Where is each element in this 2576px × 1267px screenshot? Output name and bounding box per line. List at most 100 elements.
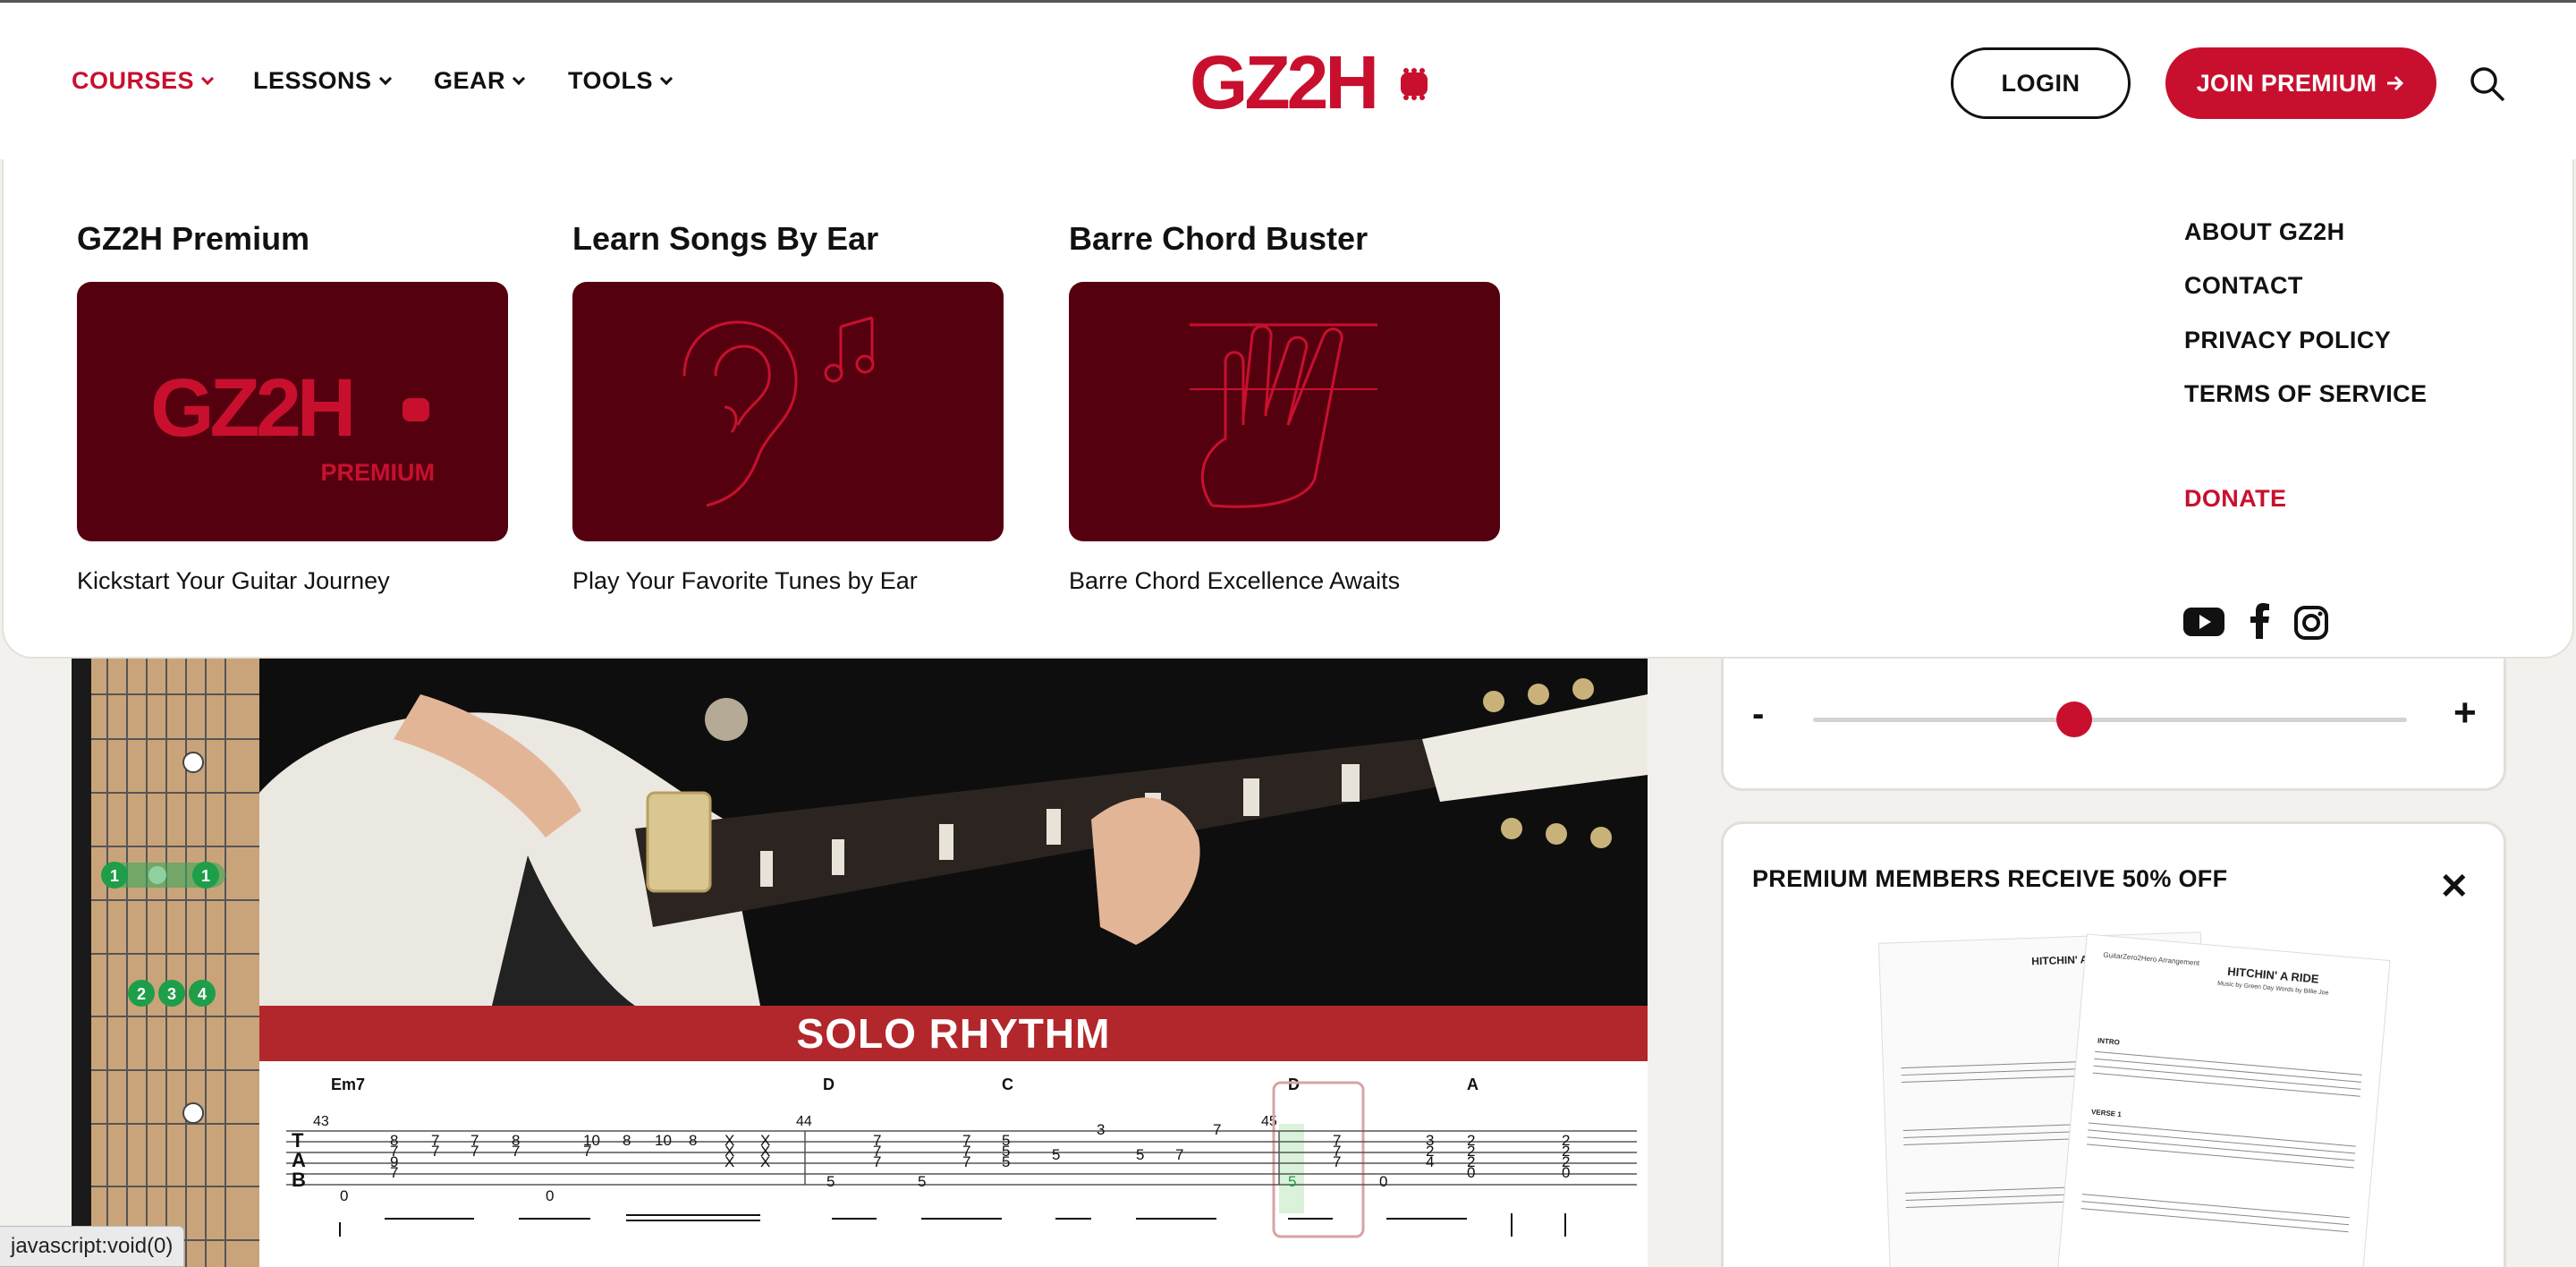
join-premium-label: JOIN PREMIUM [2196, 69, 2377, 97]
join-premium-button[interactable]: JOIN PREMIUM [2165, 47, 2436, 119]
login-button[interactable]: LOGIN [1951, 47, 2131, 119]
svg-text:5: 5 [1052, 1146, 1060, 1163]
svg-text:PREMIUM: PREMIUM [321, 459, 436, 486]
chord-label: Em7 [331, 1076, 365, 1093]
nav-courses[interactable]: COURSES [72, 67, 215, 95]
finger-marker: 4 [198, 985, 207, 1003]
svg-text:7: 7 [1213, 1121, 1221, 1138]
svg-text:GZ2H: GZ2H [150, 362, 352, 454]
youtube-icon[interactable] [2182, 607, 2225, 637]
svg-text:X: X [724, 1153, 734, 1170]
svg-text:X: X [760, 1153, 770, 1170]
card-subtitle-by-ear: Play Your Favorite Tunes by Ear [572, 567, 918, 594]
finger-marker: 3 [167, 985, 176, 1003]
nav-gear-label: GEAR [434, 67, 506, 94]
facebook-icon[interactable] [2249, 603, 2272, 639]
finger-marker: 2 [137, 985, 146, 1003]
chord-label: A [1467, 1076, 1479, 1093]
svg-text:0: 0 [1379, 1173, 1387, 1190]
courses-mega-menu: GZ2H Premium GZ2H PREMIUM Kickstart Your… [2, 159, 2574, 659]
nav-lessons[interactable]: LESSONS [253, 67, 392, 95]
svg-text:8: 8 [689, 1132, 697, 1149]
chevron-down-icon [512, 72, 526, 85]
site-header: COURSES LESSONS GEAR TOOLS GZ2H LOGIN JO… [0, 0, 2576, 159]
guitar-video-frame [259, 659, 1648, 1006]
svg-text:5: 5 [1136, 1146, 1144, 1163]
svg-text:7: 7 [1175, 1146, 1183, 1163]
svg-text:7: 7 [512, 1143, 520, 1160]
section-banner: SOLO RHYTHM [259, 1006, 1648, 1061]
chord-label: C [1002, 1076, 1013, 1093]
fretboard-grid: 1 1 2 3 4 [91, 659, 259, 1267]
speed-slider-thumb[interactable] [2056, 702, 2093, 737]
svg-text:7: 7 [1333, 1153, 1341, 1170]
chevron-down-icon [659, 72, 674, 85]
barre-hand-icon [1190, 323, 1377, 508]
link-about[interactable]: ABOUT GZ2H [2184, 218, 2345, 246]
site-logo[interactable]: GZ2H [1190, 47, 1436, 117]
ear-music-note-icon [682, 316, 875, 507]
speed-increase-button[interactable]: + [2453, 691, 2477, 736]
link-donate[interactable]: DONATE [2184, 485, 2286, 513]
svg-text:5: 5 [826, 1173, 835, 1190]
svg-text:0: 0 [340, 1187, 348, 1204]
nav-tools-label: TOOLS [568, 67, 654, 94]
svg-text:8: 8 [623, 1132, 631, 1149]
speed-slider-track[interactable] [1813, 702, 2407, 737]
svg-text:7: 7 [470, 1143, 479, 1160]
card-image-by-ear[interactable] [572, 282, 1004, 541]
chevron-down-icon [378, 72, 392, 85]
card-subtitle-premium: Kickstart Your Guitar Journey [77, 567, 390, 594]
gz2h-premium-logo: GZ2H PREMIUM [150, 362, 436, 486]
close-icon[interactable]: ✕ [2439, 869, 2470, 905]
fretboard-diagram: 1 1 2 3 4 [72, 659, 259, 1267]
svg-text:0: 0 [546, 1187, 554, 1204]
chord-label: D [823, 1076, 835, 1093]
svg-text:0: 0 [1562, 1164, 1570, 1181]
nav-lessons-label: LESSONS [253, 67, 372, 94]
svg-text:5: 5 [1002, 1153, 1010, 1170]
tablature: Em7 D C D A 43 44 45 T A B 8797 7777 871… [259, 1061, 1648, 1267]
speed-control-panel: - + [1721, 659, 2506, 791]
promo-title: PREMIUM MEMBERS RECEIVE 50% OFF [1752, 865, 2228, 892]
link-privacy-policy[interactable]: PRIVACY POLICY [2184, 327, 2391, 354]
tab-staff: Em7 D C D A 43 44 45 T A B 8797 7777 871… [286, 1076, 1637, 1238]
svg-text:3: 3 [1097, 1121, 1105, 1138]
tab-letter: B [292, 1169, 306, 1191]
browser-status-bar: javascript:void(0) [0, 1226, 185, 1267]
promo-panel: PREMIUM MEMBERS RECEIVE 50% OFF ✕ HITCHI… [1721, 821, 2506, 1267]
svg-text:5: 5 [918, 1173, 926, 1190]
lesson-video[interactable] [259, 659, 1648, 1006]
svg-text:5: 5 [1288, 1173, 1296, 1190]
finger-marker: 1 [201, 867, 210, 885]
chord-label: D [1288, 1076, 1300, 1093]
svg-text:7: 7 [390, 1164, 398, 1181]
arrow-right-icon [2387, 75, 2404, 91]
finger-marker: 1 [110, 867, 119, 885]
login-label: LOGIN [2001, 69, 2080, 97]
svg-text:7: 7 [873, 1153, 881, 1170]
card-title-by-ear[interactable]: Learn Songs By Ear [572, 220, 878, 258]
card-title-barre[interactable]: Barre Chord Buster [1069, 220, 1368, 258]
card-image-barre[interactable] [1069, 282, 1500, 541]
speed-decrease-button[interactable]: - [1752, 694, 1764, 735]
sheet-music-preview: HITCHIN' A RIDE GuitarZero2Hero Arrangem… [1877, 931, 2391, 1267]
svg-text:10: 10 [655, 1132, 672, 1149]
search-icon[interactable] [2469, 65, 2506, 103]
link-contact[interactable]: CONTACT [2184, 272, 2303, 300]
nav-courses-label: COURSES [72, 67, 195, 94]
card-subtitle-barre: Barre Chord Excellence Awaits [1069, 567, 1401, 594]
measure-number: 43 [313, 1114, 329, 1129]
nav-tools[interactable]: TOOLS [568, 67, 674, 95]
logo-text: GZ2H [1190, 47, 1376, 117]
card-image-premium[interactable]: GZ2H PREMIUM [77, 282, 508, 541]
svg-text:7: 7 [962, 1153, 970, 1170]
measure-number: 44 [796, 1114, 812, 1129]
card-title-premium[interactable]: GZ2H Premium [77, 220, 309, 258]
svg-text:0: 0 [1467, 1164, 1475, 1181]
instagram-icon[interactable] [2293, 605, 2329, 641]
svg-text:7: 7 [431, 1143, 439, 1160]
nav-gear[interactable]: GEAR [434, 67, 526, 95]
chevron-down-icon [200, 72, 215, 85]
link-terms-of-service[interactable]: TERMS OF SERVICE [2184, 380, 2427, 408]
